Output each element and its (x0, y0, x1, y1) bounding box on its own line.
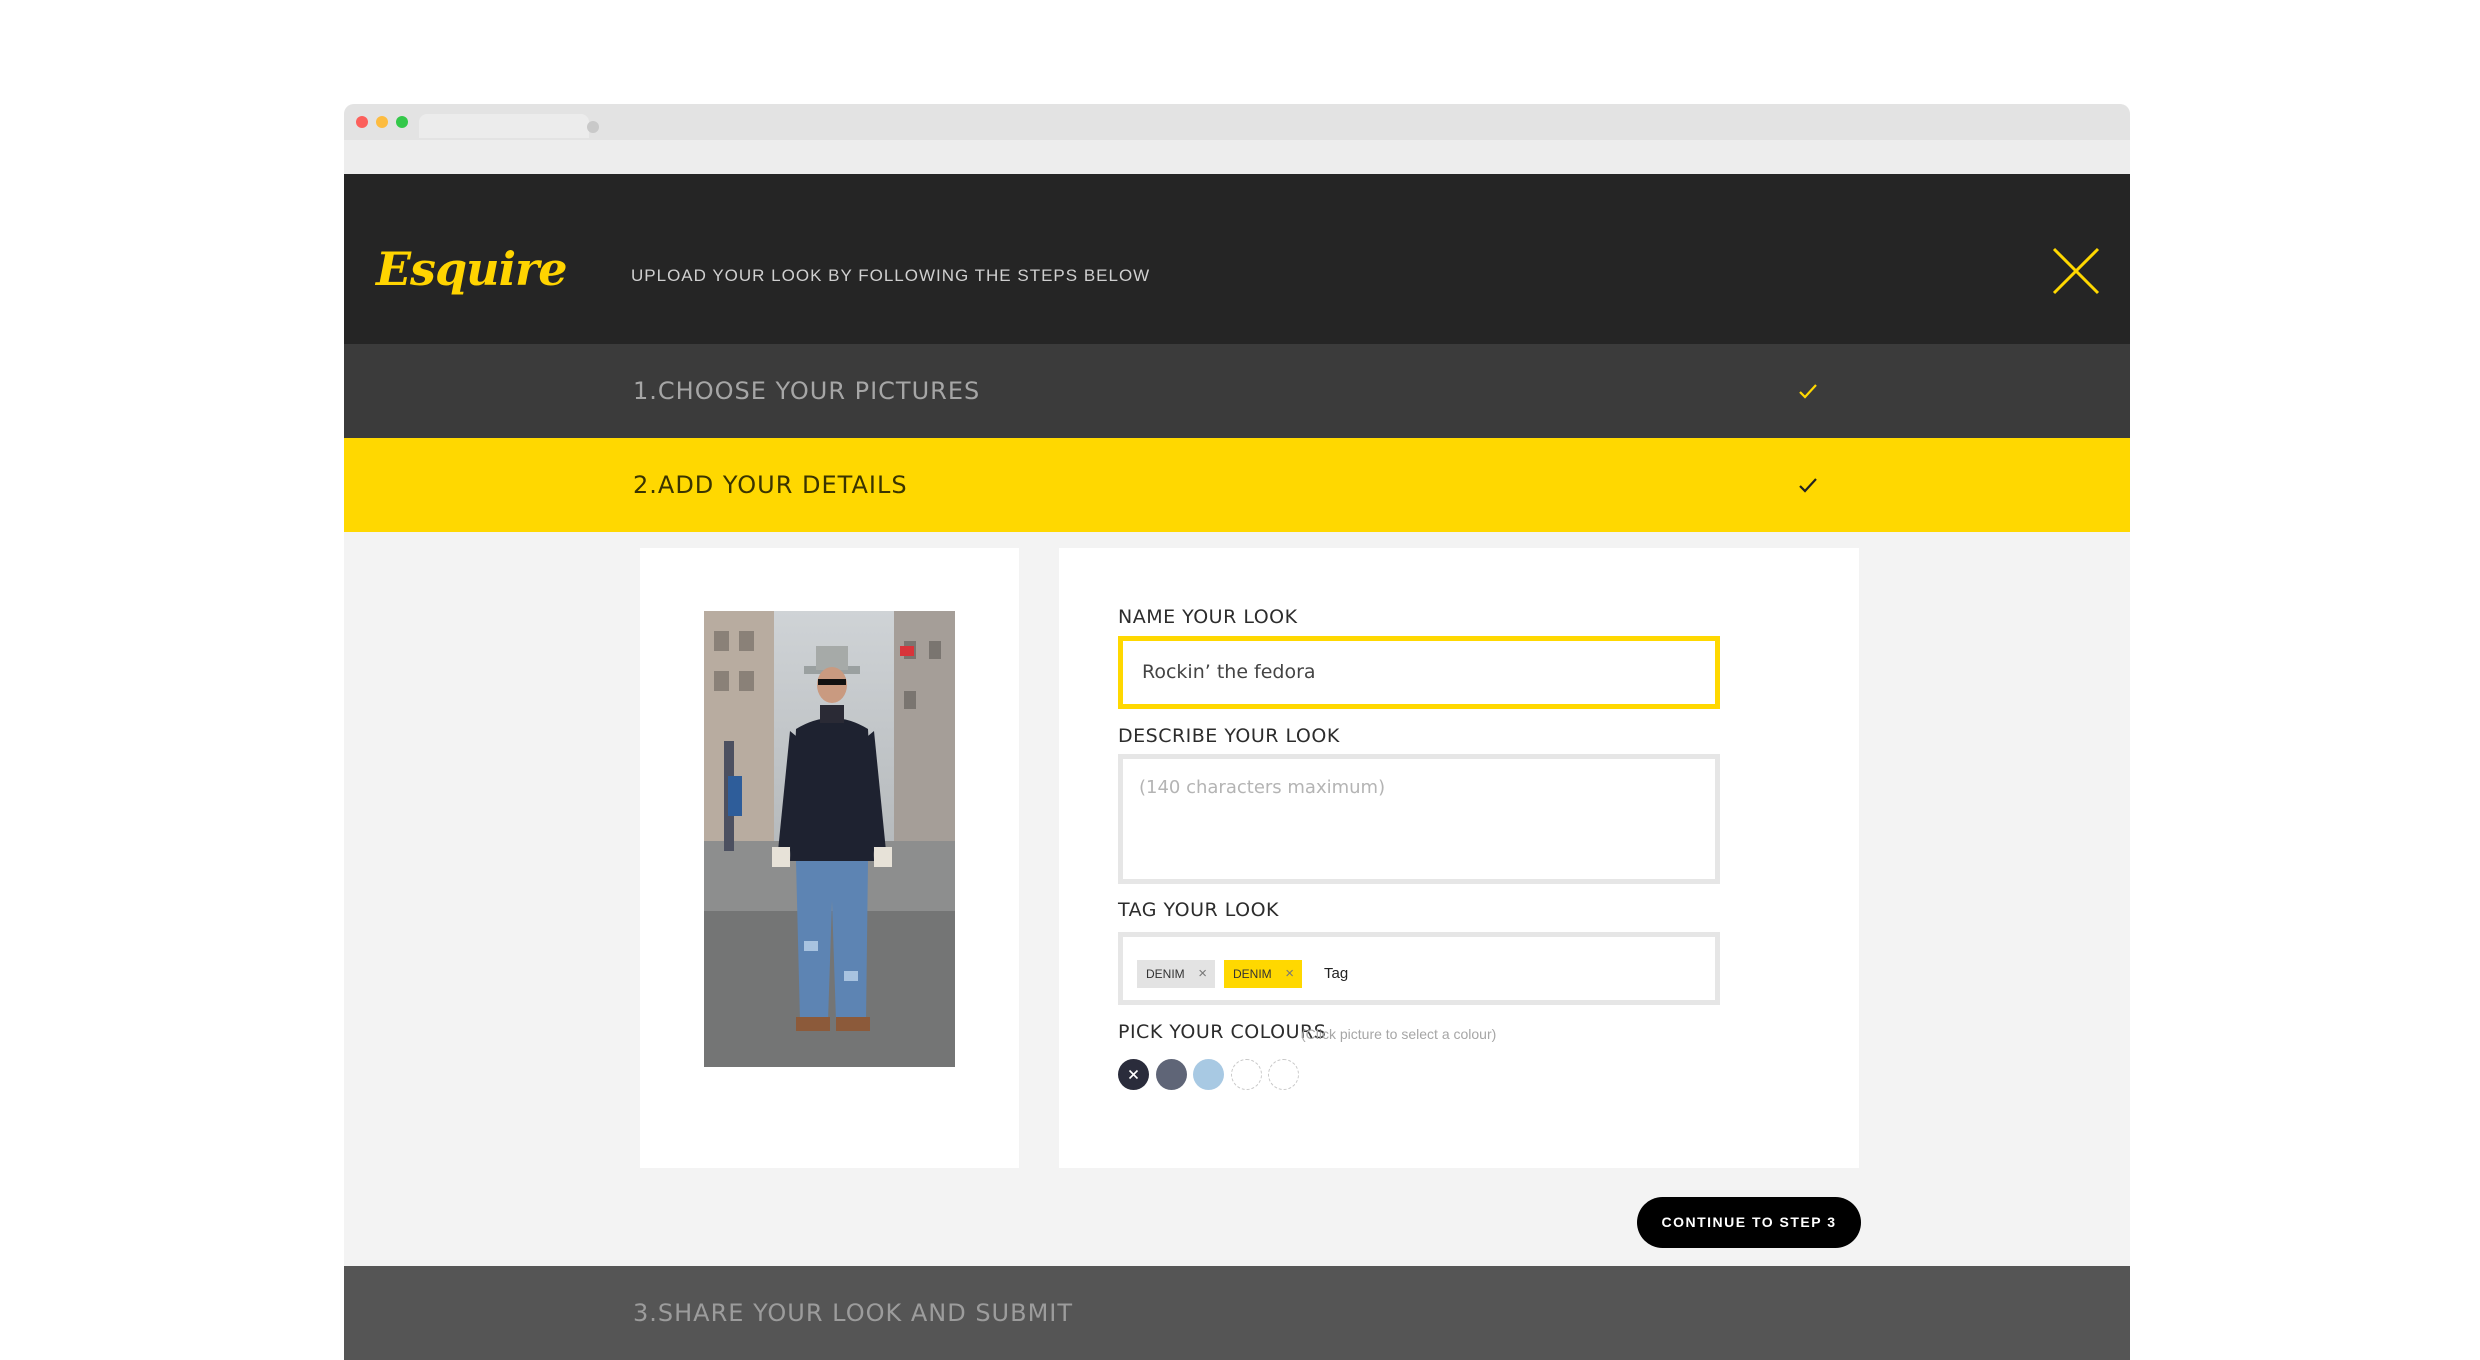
remove-tag-icon[interactable]: × (1198, 960, 1207, 988)
pick-colours-hint: (Click picture to select a colour) (1301, 1026, 1497, 1042)
describe-look-label: DESCRIBE YOUR LOOK (1118, 725, 1340, 747)
look-photo-image (704, 611, 955, 1067)
tag-look-input[interactable]: DENIM × DENIM × Tag (1118, 932, 1720, 1005)
tag-chip-label: DENIM (1146, 967, 1185, 981)
tag-entry-text[interactable]: Tag (1324, 960, 1348, 988)
modal-header: Esquire UPLOAD YOUR LOOK BY FOLLOWING TH… (344, 174, 2130, 344)
details-form-card: NAME YOUR LOOK Rockin’ the fedora DESCRI… (1059, 548, 1859, 1168)
step-2-label: 2.ADD YOUR DETAILS (633, 471, 908, 499)
describe-look-placeholder: (140 characters maximum) (1139, 777, 1386, 798)
check-icon (1799, 478, 1817, 493)
browser-chrome (344, 104, 2130, 174)
step-3-row[interactable]: 3.SHARE YOUR LOOK AND SUBMIT (344, 1266, 2130, 1360)
step-1-row[interactable]: 1.CHOOSE YOUR PICTURES (344, 344, 2130, 438)
photo-card (640, 548, 1019, 1168)
close-window-dot[interactable] (356, 116, 368, 128)
remove-colour-icon[interactable] (1118, 1059, 1149, 1090)
minimize-window-dot[interactable] (376, 116, 388, 128)
tag-chip-label: DENIM (1233, 967, 1272, 981)
close-icon[interactable] (2052, 247, 2100, 295)
describe-look-textarea[interactable]: (140 characters maximum) (1118, 754, 1720, 884)
address-bar[interactable] (344, 140, 2130, 174)
header-subtitle: UPLOAD YOUR LOOK BY FOLLOWING THE STEPS … (631, 266, 1151, 285)
tag-chip[interactable]: DENIM × (1137, 960, 1215, 988)
continue-button[interactable]: CONTINUE TO STEP 3 (1637, 1197, 1861, 1248)
step-2-row[interactable]: 2.ADD YOUR DETAILS (344, 438, 2130, 532)
colour-swatch-selected[interactable] (1118, 1059, 1149, 1090)
name-look-input[interactable]: Rockin’ the fedora (1118, 636, 1720, 709)
name-look-value: Rockin’ the fedora (1142, 661, 1316, 683)
empty-colour-slot[interactable] (1268, 1059, 1299, 1090)
tag-look-label: TAG YOUR LOOK (1118, 899, 1280, 921)
step-3-label: 3.SHARE YOUR LOOK AND SUBMIT (633, 1299, 1074, 1327)
name-look-label: NAME YOUR LOOK (1118, 606, 1298, 628)
remove-tag-icon[interactable]: × (1285, 960, 1294, 988)
empty-colour-slot[interactable] (1231, 1059, 1262, 1090)
maximize-window-dot[interactable] (396, 116, 408, 128)
colour-swatch[interactable] (1156, 1059, 1187, 1090)
check-icon (1799, 384, 1817, 399)
look-photo[interactable] (704, 611, 955, 1067)
colour-swatch[interactable] (1193, 1059, 1224, 1090)
esquire-logo: Esquire (376, 242, 568, 296)
tag-chip[interactable]: DENIM × (1224, 960, 1302, 988)
pick-colours-label: PICK YOUR COLOURS (1118, 1021, 1327, 1043)
step-1-label: 1.CHOOSE YOUR PICTURES (633, 377, 981, 405)
tab-close-icon[interactable] (587, 121, 599, 133)
browser-tab[interactable] (419, 114, 589, 138)
